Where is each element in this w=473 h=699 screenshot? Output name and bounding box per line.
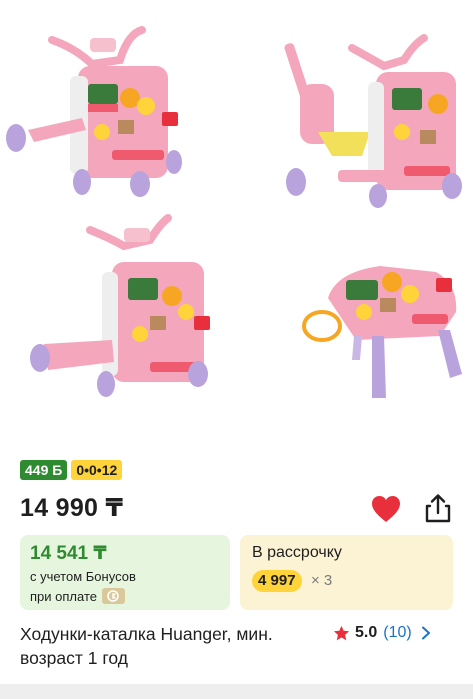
scooter-image[interactable]	[283, 34, 462, 208]
bonus-price: 14 541 ₸	[30, 543, 107, 564]
installment-amount: 4 997	[252, 570, 302, 592]
favorite-button[interactable]	[370, 494, 402, 524]
installment-title: В рассрочку	[252, 544, 342, 561]
bonus-badge: 449 Б	[20, 460, 68, 480]
walker-image[interactable]	[6, 26, 182, 197]
bonus-caption: с учетом Бонусов	[30, 569, 136, 584]
walker-side-image[interactable]	[30, 214, 210, 397]
promo-badges: 449 Б 0•0•12	[20, 460, 123, 480]
bonus-price-card[interactable]: 14 541 ₸ с учетом Бонусов при оплате	[20, 535, 230, 610]
product-gallery[interactable]	[0, 0, 473, 430]
bonus-payment-caption: при оплате	[30, 588, 125, 604]
chevron-right-icon	[421, 626, 430, 640]
share-icon	[425, 494, 451, 523]
product-price: 14 990 ₸	[20, 494, 124, 522]
installment-multiplier: × 3	[311, 572, 333, 589]
section-divider	[0, 684, 473, 699]
installment-badge: 0•0•12	[71, 460, 123, 480]
rating-value: 5.0	[355, 624, 378, 641]
rating-link[interactable]: 5.0 (10)	[333, 621, 431, 645]
bonus-payment-label: при оплате	[30, 588, 97, 604]
installment-card[interactable]: В рассрочку 4 997 × 3	[240, 535, 453, 610]
product-title: Ходунки-каталка Huanger, мин. возраст 1 …	[20, 624, 273, 668]
kaspi-icon	[101, 588, 125, 604]
play-table-image[interactable]	[302, 266, 462, 398]
heart-icon	[372, 496, 400, 522]
product-images	[6, 26, 462, 398]
review-count[interactable]: (10)	[383, 624, 411, 642]
star-icon	[333, 625, 350, 640]
share-button[interactable]	[422, 492, 454, 524]
